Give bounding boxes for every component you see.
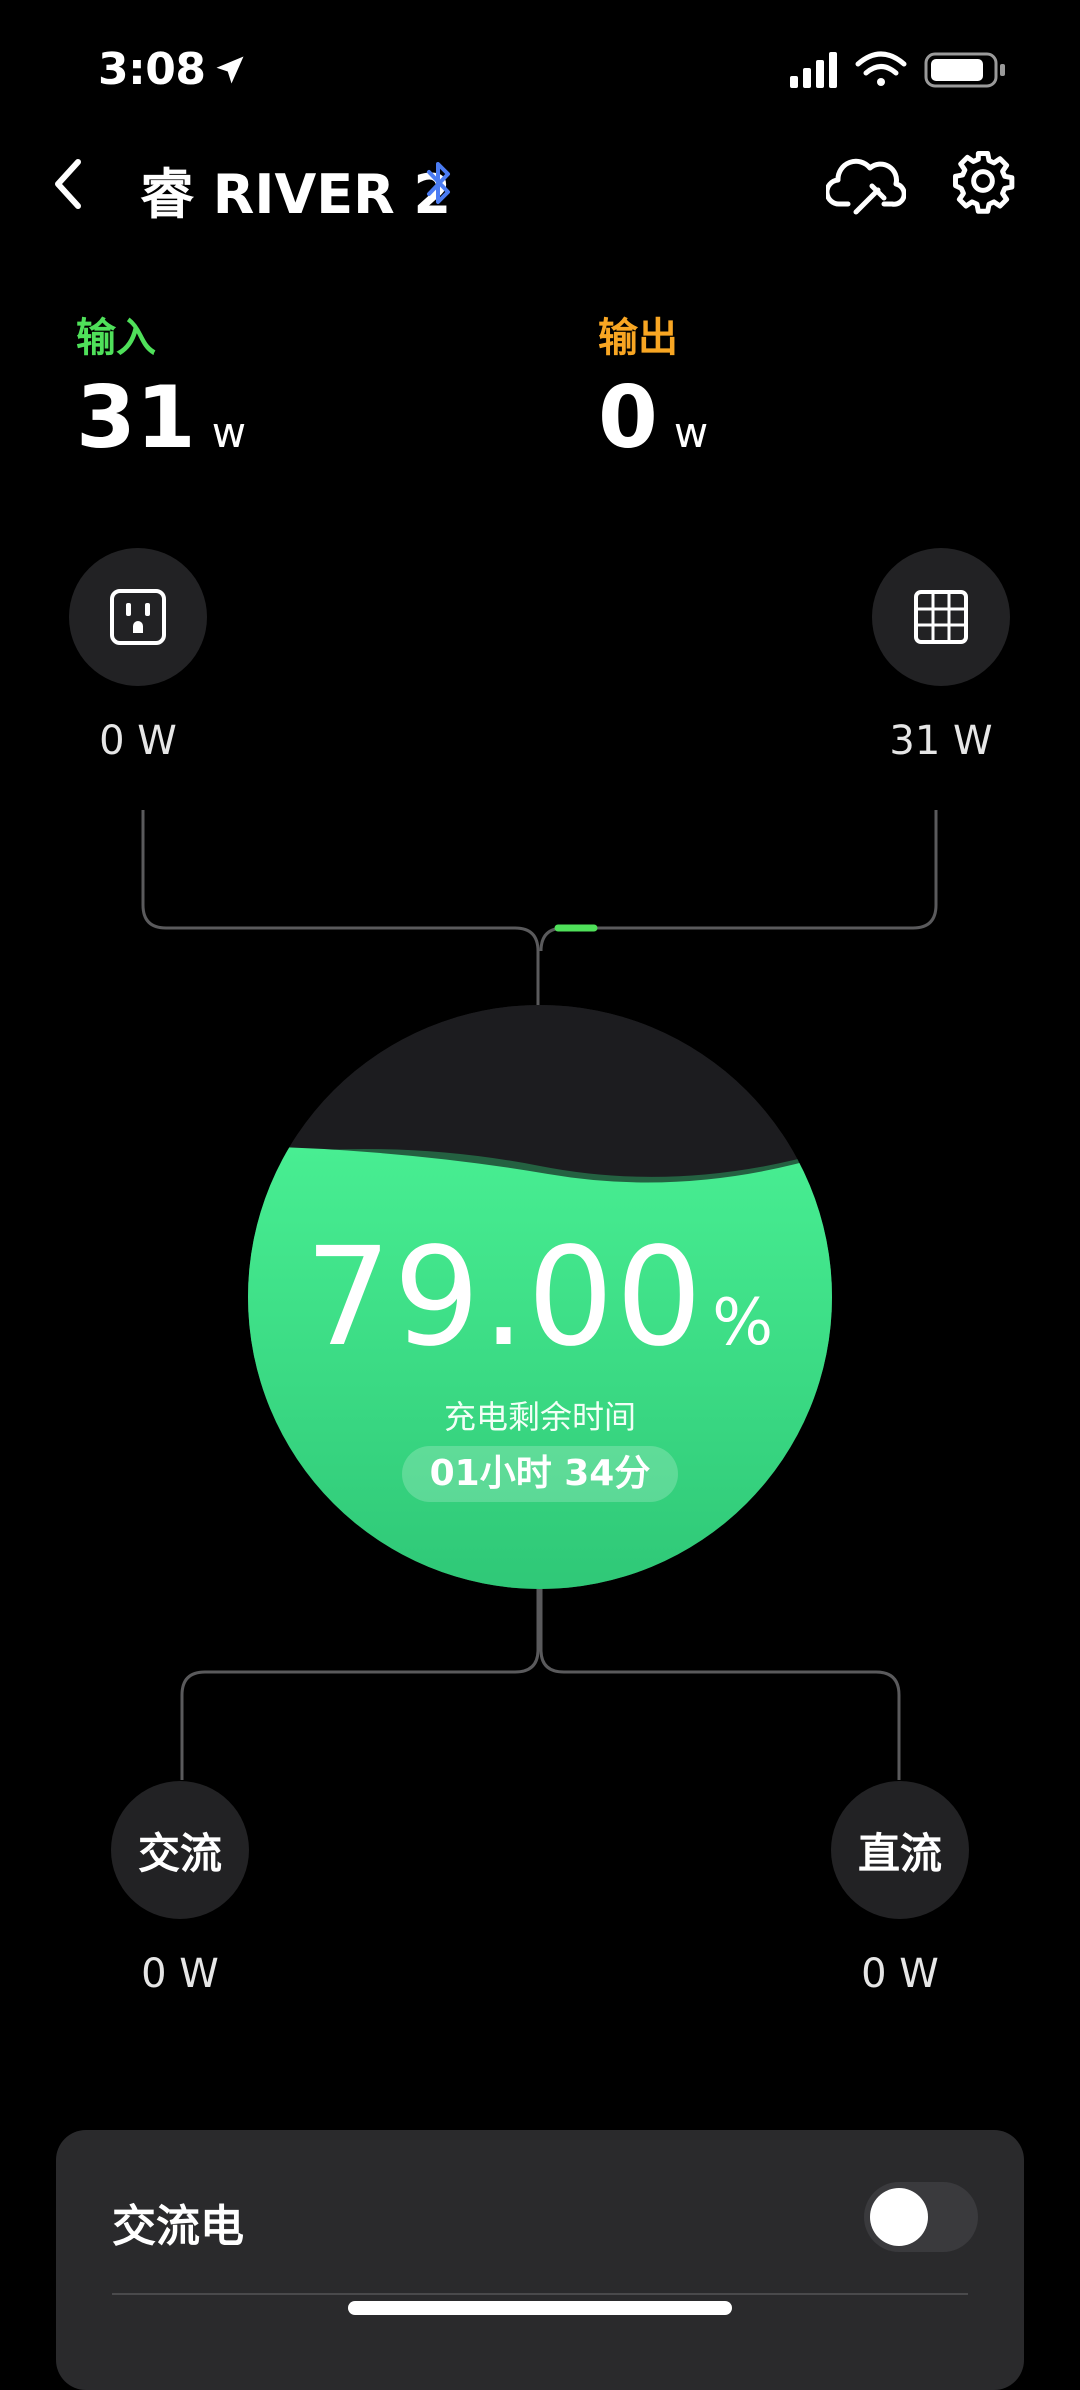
card-divider	[112, 2293, 968, 2295]
battery-percentage-value: 79.00	[304, 1219, 705, 1377]
dc-output-watts: 0 W	[861, 1951, 939, 1997]
ac-power-label: 交流电	[112, 2201, 244, 2252]
solar-panel-icon	[914, 590, 968, 644]
ac-input-watts: 0 W	[99, 718, 177, 764]
home-indicator[interactable]	[348, 2301, 732, 2315]
solar-input-node[interactable]	[872, 548, 1010, 686]
percent-sign: %	[712, 1286, 776, 1360]
ac-output-watts: 0 W	[141, 1951, 219, 1997]
dc-output-label: 直流	[857, 1828, 942, 1878]
dc-output-node[interactable]: 直流	[831, 1781, 969, 1919]
ac-output-label: 交流	[137, 1828, 222, 1878]
solar-input-watts: 31 W	[889, 718, 993, 764]
ac-output-node[interactable]: 交流	[111, 1781, 249, 1919]
ac-input-node[interactable]	[69, 548, 207, 686]
charge-time-badge: 01小时 34分	[402, 1446, 678, 1502]
battery-percentage: 79.00%	[0, 1230, 1080, 1366]
toggle-knob[interactable]	[870, 2188, 928, 2246]
outlet-icon	[110, 589, 166, 645]
ac-output-card	[56, 2130, 1024, 2390]
charge-time-label: 充电剩余时间	[443, 1398, 636, 1436]
